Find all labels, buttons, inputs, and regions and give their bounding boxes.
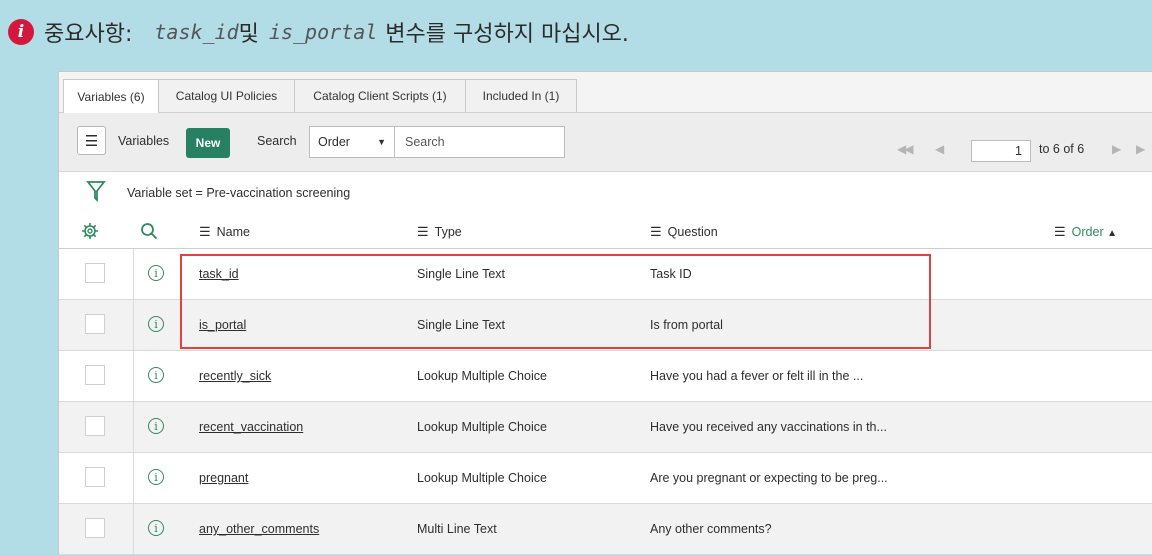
variable-type: Single Line Text [417, 318, 506, 332]
variable-question: Is from portal [650, 318, 723, 332]
tab-included-in[interactable]: Included In (1) [465, 79, 577, 112]
table-row: i any_other_comments Multi Line Text Any… [59, 504, 1152, 555]
column-menu-icon: ☰ [199, 224, 211, 239]
variable-question: Have you received any vaccinations in th… [650, 420, 887, 434]
tab-variables[interactable]: Variables (6) [63, 79, 159, 113]
tab-catalog-ui-policies-label: Catalog UI Policies [175, 89, 278, 103]
variable-name-link[interactable]: any_other_comments [199, 522, 319, 536]
column-header-name-label: Name [216, 225, 250, 239]
variable-question: Are you pregnant or expecting to be preg… [650, 471, 888, 485]
column-header-type-label: Type [434, 225, 462, 239]
info-preview-icon[interactable]: i [148, 367, 164, 383]
filter-bar: Variable set = Pre-vaccination screening [59, 172, 1152, 210]
variable-name-link[interactable]: recently_sick [199, 369, 271, 383]
list-toolbar: ☰ Variables New Search Order ▼ Search ◀◀… [59, 113, 1152, 172]
page-number-input[interactable]: 1 [971, 140, 1031, 162]
info-icon: i [8, 19, 34, 45]
search-input[interactable]: Search [395, 126, 565, 158]
variables-panel: Variables (6) Catalog UI Policies Catalo… [58, 71, 1152, 555]
column-header-order[interactable]: ☰ Order ▲ [1054, 224, 1117, 240]
table-row: i is_portal Single Line Text Is from por… [59, 300, 1152, 351]
new-button[interactable]: New [186, 128, 230, 158]
table-row: i recent_vaccination Lookup Multiple Cho… [59, 402, 1152, 453]
variable-name-link[interactable]: recent_vaccination [199, 420, 303, 434]
column-header-question[interactable]: ☰ Question [650, 224, 718, 240]
column-menu-icon: ☰ [1054, 224, 1066, 239]
tab-bar: Variables (6) Catalog UI Policies Catalo… [59, 72, 1152, 113]
tab-catalog-client-scripts[interactable]: Catalog Client Scripts (1) [294, 79, 466, 112]
table-row: i pregnant Lookup Multiple Choice Are yo… [59, 453, 1152, 504]
info-preview-icon[interactable]: i [148, 520, 164, 536]
search-label: Search [257, 134, 297, 148]
variable-type: Lookup Multiple Choice [417, 471, 547, 485]
variable-type: Single Line Text [417, 267, 506, 281]
dropdown-caret-icon: ▼ [377, 137, 386, 147]
column-header-name[interactable]: ☰ Name [199, 224, 250, 240]
info-preview-icon[interactable]: i [148, 265, 164, 281]
variable-name-link[interactable]: is_portal [199, 318, 246, 332]
variable-name-link[interactable]: pregnant [199, 471, 248, 485]
search-field-value: Order [318, 135, 350, 149]
tab-included-in-label: Included In (1) [482, 89, 560, 103]
gear-icon[interactable] [81, 222, 99, 240]
filter-breadcrumb[interactable]: Variable set = Pre-vaccination screening [127, 186, 350, 200]
next-page-icon[interactable]: ▶ [1112, 142, 1121, 156]
variables-table-body: i task_id Single Line Text Task ID i is_… [59, 249, 1152, 555]
column-header-question-label: Question [667, 225, 718, 239]
sort-ascending-icon: ▲ [1107, 228, 1117, 239]
column-menu-icon: ☰ [417, 224, 429, 239]
column-header-type[interactable]: ☰ Type [417, 224, 462, 240]
note-code-task-id: task_id [154, 20, 239, 44]
row-checkbox[interactable] [85, 467, 105, 487]
row-checkbox[interactable] [85, 263, 105, 283]
hamburger-icon: ☰ [84, 132, 99, 150]
info-preview-icon[interactable]: i [148, 469, 164, 485]
important-note: i 중요사항: task_id 및 is_portal 변수를 구성하지 마십시… [8, 12, 629, 52]
note-suffix: 변수를 구성하지 마십시오. [385, 22, 629, 47]
previous-page-icon[interactable]: ◀ [935, 142, 944, 156]
variable-question: Have you had a fever or felt ill in the … [650, 369, 864, 383]
table-row: i recently_sick Lookup Multiple Choice H… [59, 351, 1152, 402]
variable-type: Lookup Multiple Choice [417, 369, 547, 383]
column-header-row: ☰ Name ☰ Type ☰ Question ☰ Order ▲ [59, 214, 1152, 249]
record-range-text: to 6 of 6 [1039, 142, 1085, 156]
info-preview-icon[interactable]: i [148, 316, 164, 332]
variable-type: Multi Line Text [417, 522, 497, 536]
variable-type: Lookup Multiple Choice [417, 420, 547, 434]
list-title: Variables [118, 134, 170, 148]
variable-name-link[interactable]: task_id [199, 267, 239, 281]
variable-question: Task ID [650, 267, 692, 281]
variable-question: Any other comments? [650, 522, 772, 536]
row-checkbox[interactable] [85, 314, 105, 334]
filter-icon[interactable] [86, 180, 106, 202]
row-checkbox[interactable] [85, 365, 105, 385]
last-page-icon[interactable]: ▶ [1136, 142, 1145, 156]
list-menu-button[interactable]: ☰ [77, 126, 106, 155]
info-preview-icon[interactable]: i [148, 418, 164, 434]
tab-variables-label: Variables (6) [77, 89, 145, 104]
column-menu-icon: ☰ [650, 224, 662, 239]
column-header-order-label: Order [1071, 225, 1104, 239]
note-prefix: 중요사항: [44, 22, 133, 47]
note-code-is-portal: is_portal [268, 20, 378, 44]
note-joiner: 및 [238, 22, 259, 47]
search-field-select[interactable]: Order ▼ [309, 126, 395, 158]
search-icon[interactable] [140, 222, 158, 240]
table-row: i task_id Single Line Text Task ID [59, 249, 1152, 300]
row-checkbox[interactable] [85, 518, 105, 538]
row-checkbox[interactable] [85, 416, 105, 436]
tab-catalog-ui-policies[interactable]: Catalog UI Policies [158, 79, 295, 112]
first-page-icon[interactable]: ◀◀ [897, 142, 914, 156]
tab-catalog-client-scripts-label: Catalog Client Scripts (1) [313, 89, 447, 103]
